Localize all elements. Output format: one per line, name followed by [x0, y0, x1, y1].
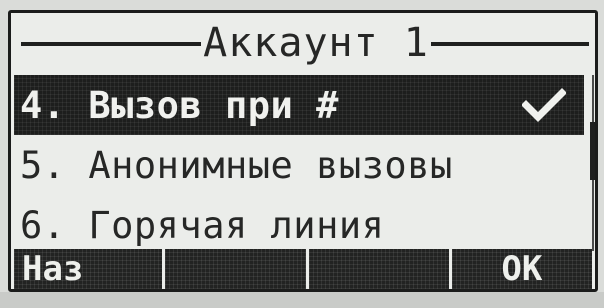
scrollbar-thumb[interactable]: [590, 122, 595, 180]
list-scrollbar[interactable]: [588, 75, 595, 251]
ok-softkey[interactable]: ОК: [451, 249, 592, 289]
page-title: Аккаунт 1: [203, 20, 429, 66]
lcd-screen: Аккаунт 1 4. Вызов при # 5. Анонимные вы…: [8, 10, 598, 292]
title-divider-right: [431, 42, 589, 46]
menu-item-anonymous-calls[interactable]: 5. Анонимные вызовы: [14, 135, 584, 195]
menu-item-label: 4. Вызов при #: [20, 84, 339, 127]
title-bar: Аккаунт 1: [11, 13, 595, 73]
phone-bezel-edge: [0, 292, 604, 308]
menu-list: 4. Вызов при # 5. Анонимные вызовы 6. Го…: [14, 75, 584, 255]
softkey-2[interactable]: [165, 249, 306, 289]
check-icon: [521, 87, 567, 123]
back-softkey[interactable]: Наз: [14, 249, 163, 289]
menu-item-call-on-hash[interactable]: 4. Вызов при #: [14, 75, 584, 135]
softkey-3[interactable]: [308, 249, 449, 289]
softkey-bar: Наз ОК: [14, 249, 592, 289]
menu-item-label: 5. Анонимные вызовы: [20, 144, 453, 187]
title-divider-left: [21, 42, 201, 46]
menu-item-hotline[interactable]: 6. Горячая линия: [14, 195, 584, 255]
menu-item-label: 6. Горячая линия: [20, 204, 385, 247]
